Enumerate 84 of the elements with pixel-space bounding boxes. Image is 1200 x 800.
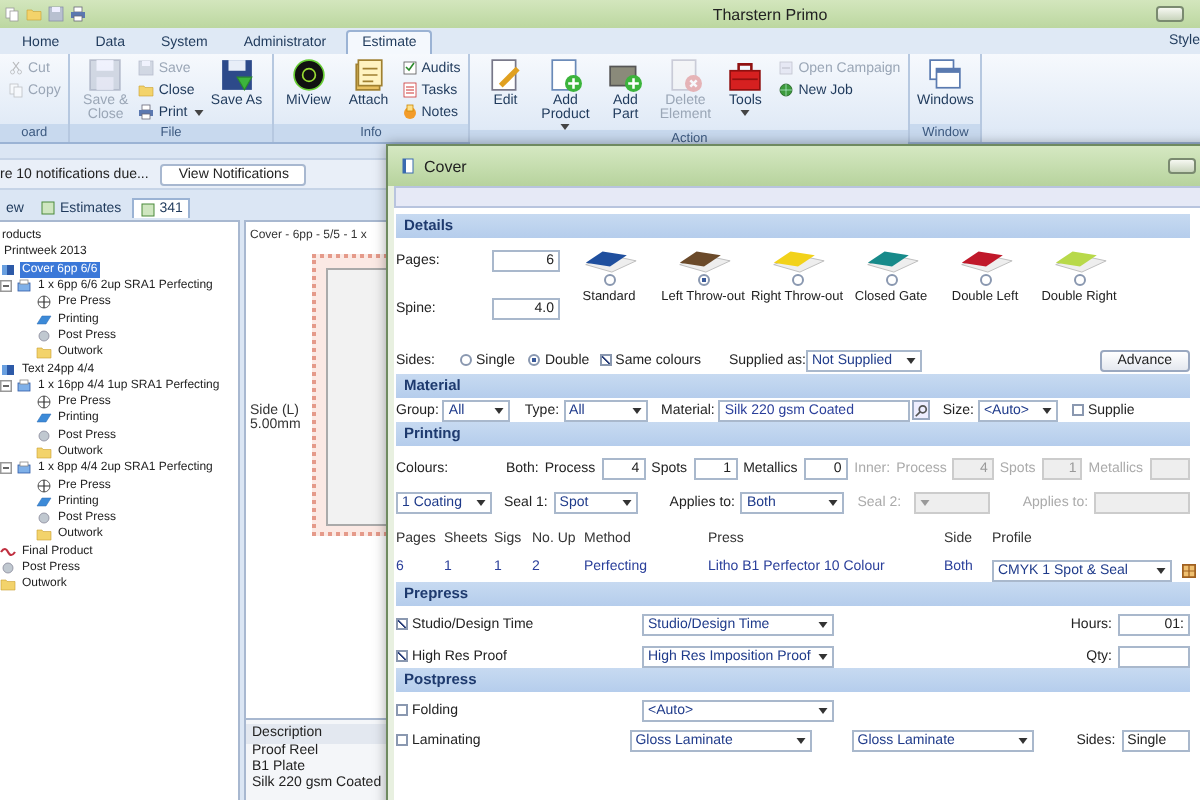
globe-icon xyxy=(778,82,795,98)
sheet-icon xyxy=(36,493,52,510)
checkbox[interactable] xyxy=(1071,404,1084,416)
folder-icon xyxy=(0,576,16,593)
page-icon xyxy=(778,60,795,76)
caret-icon xyxy=(621,499,632,505)
document-cross-icon xyxy=(668,58,703,92)
caret-icon xyxy=(919,499,930,505)
checkbox[interactable] xyxy=(396,704,408,716)
radio-button[interactable] xyxy=(528,354,541,366)
collapse-icon[interactable] xyxy=(0,379,12,392)
crosshair-icon xyxy=(36,477,52,494)
round-logo-icon xyxy=(291,58,326,92)
sheet-icon xyxy=(36,410,52,427)
checkbox[interactable] xyxy=(396,650,408,662)
checkbox[interactable] xyxy=(599,354,612,366)
radio-button[interactable] xyxy=(603,274,615,286)
document-icon xyxy=(139,201,156,217)
folder-icon xyxy=(138,82,155,98)
collapse-icon[interactable] xyxy=(0,280,12,293)
radio-button[interactable] xyxy=(885,274,897,286)
radio-button[interactable] xyxy=(979,274,991,286)
checkmark-page-icon xyxy=(401,60,418,76)
radio-button[interactable] xyxy=(697,274,709,286)
document-pencil-icon xyxy=(488,58,523,92)
windows-stack-icon xyxy=(928,58,963,92)
caret-icon xyxy=(828,499,839,505)
caret-icon xyxy=(818,621,828,627)
grid-icon xyxy=(1182,564,1196,578)
radio-button[interactable] xyxy=(460,354,472,366)
radio-button[interactable] xyxy=(791,274,803,286)
stack-icon xyxy=(16,460,32,477)
caret-icon xyxy=(1017,737,1028,743)
ribbon-icon xyxy=(0,543,16,560)
disc-icon xyxy=(36,510,52,527)
checklist-icon xyxy=(401,82,418,98)
note-icon xyxy=(401,104,418,120)
minimize-button[interactable] xyxy=(1156,6,1184,22)
caret-icon xyxy=(818,653,828,659)
book-icon xyxy=(0,261,16,278)
folder-icon xyxy=(36,344,52,361)
disc-icon xyxy=(36,327,52,344)
crosshair-icon xyxy=(36,394,52,411)
caret-icon xyxy=(631,407,642,413)
book-icon xyxy=(0,361,16,378)
copy-icon[interactable] xyxy=(4,6,20,22)
dropdown[interactable] xyxy=(1094,491,1190,513)
radio-button[interactable] xyxy=(1073,274,1085,286)
number-field[interactable] xyxy=(1149,457,1191,479)
caret-icon xyxy=(1041,407,1052,413)
scissors-icon xyxy=(8,60,24,76)
crosshair-icon xyxy=(36,294,52,311)
stack-icon xyxy=(16,278,32,295)
document-icon xyxy=(400,158,416,174)
window-title: Tharstern Primo xyxy=(710,5,830,23)
document-stack-icon xyxy=(351,58,386,92)
toolbox-icon xyxy=(728,58,763,92)
copy-icon xyxy=(8,82,24,98)
disc-icon xyxy=(36,427,52,444)
collapse-icon[interactable] xyxy=(0,462,12,475)
caret-icon xyxy=(795,737,806,743)
caret-icon xyxy=(905,357,916,363)
checkbox[interactable] xyxy=(396,734,408,746)
caret-icon xyxy=(1156,568,1166,574)
stack-icon xyxy=(16,377,32,394)
caret-icon xyxy=(494,407,505,413)
search-icon xyxy=(914,403,929,417)
text-field[interactable] xyxy=(1118,645,1190,667)
checkbox[interactable] xyxy=(396,618,408,630)
folder-icon xyxy=(36,444,52,460)
grid-button[interactable] xyxy=(1180,562,1198,580)
dropdown[interactable] xyxy=(913,491,991,513)
document-icon xyxy=(39,200,56,216)
search-button[interactable] xyxy=(912,400,931,420)
caret-icon xyxy=(476,499,486,505)
sheet-icon xyxy=(36,311,52,328)
document-plus-icon xyxy=(548,58,583,92)
caret-icon xyxy=(818,707,828,713)
printer-icon xyxy=(138,104,155,120)
printer-icon[interactable] xyxy=(70,6,86,22)
folder-icon xyxy=(36,526,52,543)
disc-icon xyxy=(0,560,16,577)
minimize-button[interactable] xyxy=(1168,158,1196,174)
dialog-title: Cover xyxy=(424,157,469,175)
